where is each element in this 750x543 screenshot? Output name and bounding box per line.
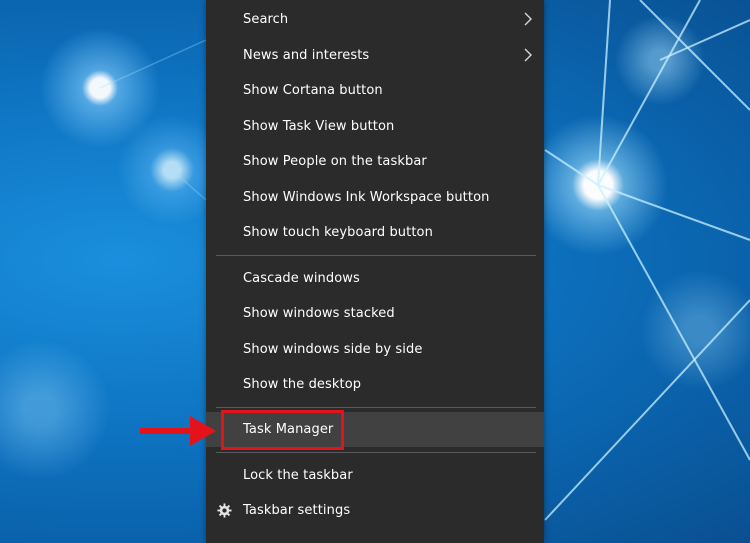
menu-item-label: Taskbar settings <box>243 503 351 518</box>
menu-item-search[interactable]: Search <box>206 2 544 37</box>
menu-item-label: Show Task View button <box>243 119 395 134</box>
menu-item-label: Show Windows Ink Workspace button <box>243 190 490 205</box>
menu-item-label: Show People on the taskbar <box>243 154 427 169</box>
menu-item-show-windows-side-by-side[interactable]: Show windows side by side <box>206 332 544 367</box>
menu-item-show-windows-stacked[interactable]: Show windows stacked <box>206 296 544 331</box>
menu-separator <box>216 452 536 453</box>
menu-item-label: Lock the taskbar <box>243 468 353 483</box>
menu-item-label: Cascade windows <box>243 271 360 286</box>
menu-item-news-and-interests[interactable]: News and interests <box>206 38 544 73</box>
menu-item-cascade-windows[interactable]: Cascade windows <box>206 261 544 296</box>
menu-item-label: Show windows stacked <box>243 306 395 321</box>
menu-item-show-cortana-button[interactable]: Show Cortana button <box>206 73 544 108</box>
menu-item-label: Show windows side by side <box>243 342 423 357</box>
menu-item-label: News and interests <box>243 48 370 63</box>
menu-item-taskbar-settings[interactable]: Taskbar settings <box>206 493 544 528</box>
menu-item-label: Show Cortana button <box>243 83 383 98</box>
menu-separator <box>216 407 536 408</box>
menu-separator <box>216 255 536 256</box>
menu-item-show-touch-keyboard[interactable]: Show touch keyboard button <box>206 215 544 250</box>
gear-icon <box>217 503 232 518</box>
right-arrow-icon <box>140 416 216 446</box>
chevron-right-icon <box>524 12 532 26</box>
menu-item-label: Show touch keyboard button <box>243 225 433 240</box>
menu-item-show-people[interactable]: Show People on the taskbar <box>206 144 544 179</box>
chevron-right-icon <box>524 48 532 62</box>
menu-item-show-task-view-button[interactable]: Show Task View button <box>206 109 544 144</box>
task-manager-highlight-box <box>221 410 344 450</box>
menu-item-label: Show the desktop <box>243 377 362 392</box>
menu-item-show-windows-ink[interactable]: Show Windows Ink Workspace button <box>206 180 544 215</box>
menu-item-label: Search <box>243 12 289 27</box>
taskbar-context-menu: Search News and interests Show Cortana b… <box>206 0 544 543</box>
menu-item-show-the-desktop[interactable]: Show the desktop <box>206 367 544 402</box>
menu-item-lock-the-taskbar[interactable]: Lock the taskbar <box>206 458 544 493</box>
